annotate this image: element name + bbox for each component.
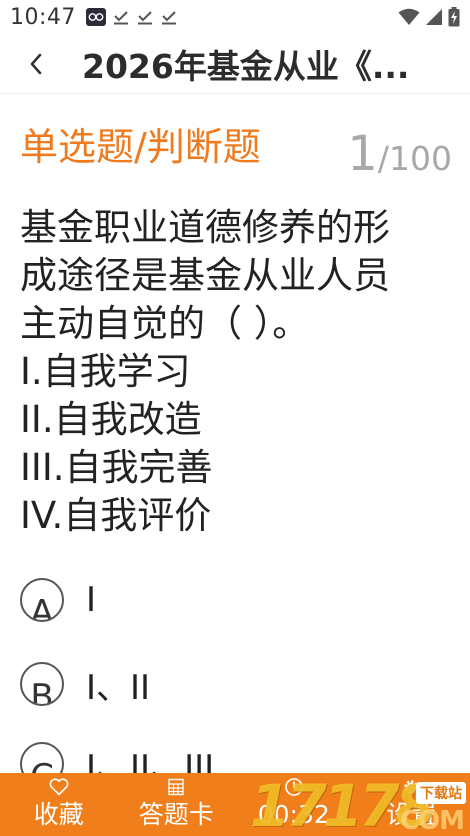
stem-line: III.自我完善 [20,446,213,489]
chevron-left-icon [30,53,42,74]
notification-icons [85,8,178,26]
question-type-label: 单选题/判断题 [20,125,261,169]
option-radio[interactable]: B [20,662,64,706]
option-text: I [86,580,97,620]
answer-sheet-button[interactable]: 答题卡 [118,773,236,836]
stem-line: II.自我改造 [20,398,202,441]
settings-label: 设置 [386,800,437,829]
question-header: 单选题/判断题 1 /100 [20,112,452,178]
battery-charging-icon [448,7,460,27]
nav-bar: 2026年基金从业《... [0,34,470,94]
stem-line: 成途径是基金从业人员 [20,254,390,297]
download-done-icon [160,9,178,25]
signal-icon [425,8,443,26]
counter-total: /100 [377,139,452,178]
answer-sheet-label: 答题卡 [138,800,214,829]
stem-line: IV.自我评价 [20,494,212,537]
question-counter: 1 /100 [347,130,452,178]
timer-button[interactable]: 00:32 [235,773,353,836]
stem-line: 主动自觉的（ ）。 [20,302,310,345]
status-time: 10:47 [10,4,76,30]
bottom-toolbar: 收藏 答题卡 00:32 设置 [0,773,470,836]
page-title: 2026年基金从业《... [82,46,410,86]
option-radio[interactable]: A [20,578,64,622]
settings-button[interactable]: 设置 [353,773,470,836]
favorite-button[interactable]: 收藏 [0,773,118,836]
timer-label: 00:32 [257,800,330,829]
option-text: I、II [86,667,151,708]
favorite-label: 收藏 [33,800,84,829]
option-letter: A [30,593,54,622]
option-b[interactable]: B I、II [20,660,450,708]
option-a[interactable]: A I [20,576,450,624]
option-letter: B [30,677,54,706]
question-stem: 基金职业道德修养的形 成途径是基金从业人员 主动自觉的（ ）。 I.自我学习 I… [20,204,450,540]
status-bar: 10:47 [0,0,470,34]
back-button[interactable] [0,34,72,94]
app-notification-icon [85,8,106,26]
answer-sheet-icon [167,775,185,799]
counter-current: 1 [347,126,378,182]
gear-icon [401,775,421,799]
clock-icon [284,775,304,799]
wifi-icon [398,8,420,26]
download-done-icon [112,9,130,25]
download-done-icon [136,9,154,25]
system-icons [398,7,460,27]
stem-line: 基金职业道德修养的形 [20,206,390,249]
stem-line: I.自我学习 [20,350,191,393]
heart-icon [49,775,69,799]
